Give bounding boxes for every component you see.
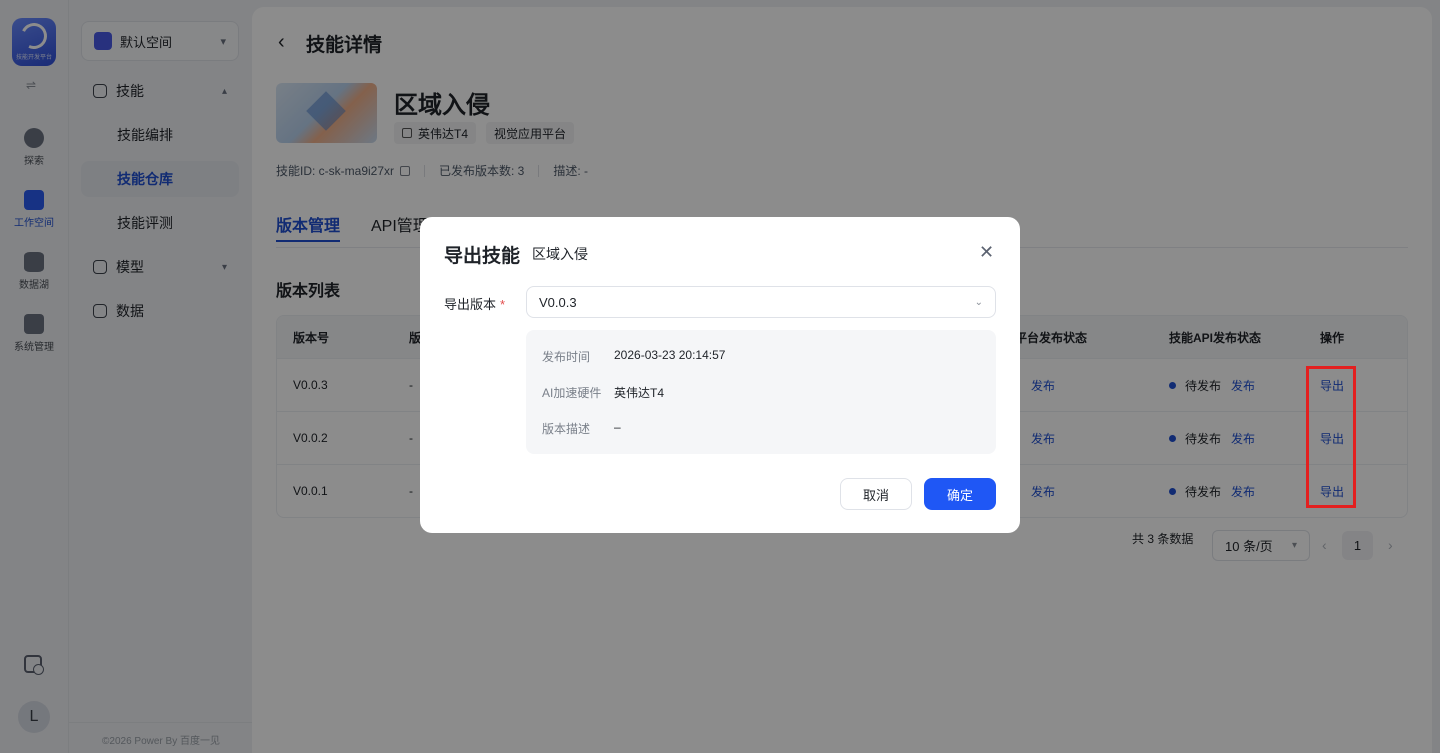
info-row-hardware: AI加速硬件 英伟达T4 xyxy=(542,384,664,401)
info-row-description: 版本描述 – xyxy=(542,420,621,437)
confirm-button[interactable]: 确定 xyxy=(924,478,996,510)
version-info-panel: 发布时间 2026-03-23 20:14:57 AI加速硬件 英伟达T4 版本… xyxy=(526,330,996,454)
info-value: – xyxy=(614,420,621,434)
info-key: AI加速硬件 xyxy=(542,386,602,400)
required-mark: * xyxy=(500,297,506,312)
info-value: 2026-03-23 20:14:57 xyxy=(614,348,726,362)
info-key: 发布时间 xyxy=(542,350,591,364)
dialog-title: 导出技能 xyxy=(444,246,521,267)
cancel-button[interactable]: 取消 xyxy=(840,478,912,510)
version-label-text: 导出版本 xyxy=(444,297,497,312)
version-select-value: V0.0.3 xyxy=(539,294,577,310)
version-select[interactable]: V0.0.3 ⌄ xyxy=(526,286,996,318)
export-skill-dialog: 导出技能 区域入侵 ✕ 导出版本 * V0.0.3 ⌄ 发布时间 2026-03-… xyxy=(420,217,1020,533)
info-value: 英伟达T4 xyxy=(614,386,665,400)
dialog-subtitle: 区域入侵 xyxy=(532,246,588,262)
chevron-down-icon: ⌄ xyxy=(974,296,983,308)
close-icon[interactable]: ✕ xyxy=(979,242,994,263)
info-row-publish-time: 发布时间 2026-03-23 20:14:57 xyxy=(542,348,725,365)
version-label: 导出版本 * xyxy=(444,294,505,313)
info-key: 版本描述 xyxy=(542,422,591,436)
highlight-box xyxy=(1306,366,1356,508)
